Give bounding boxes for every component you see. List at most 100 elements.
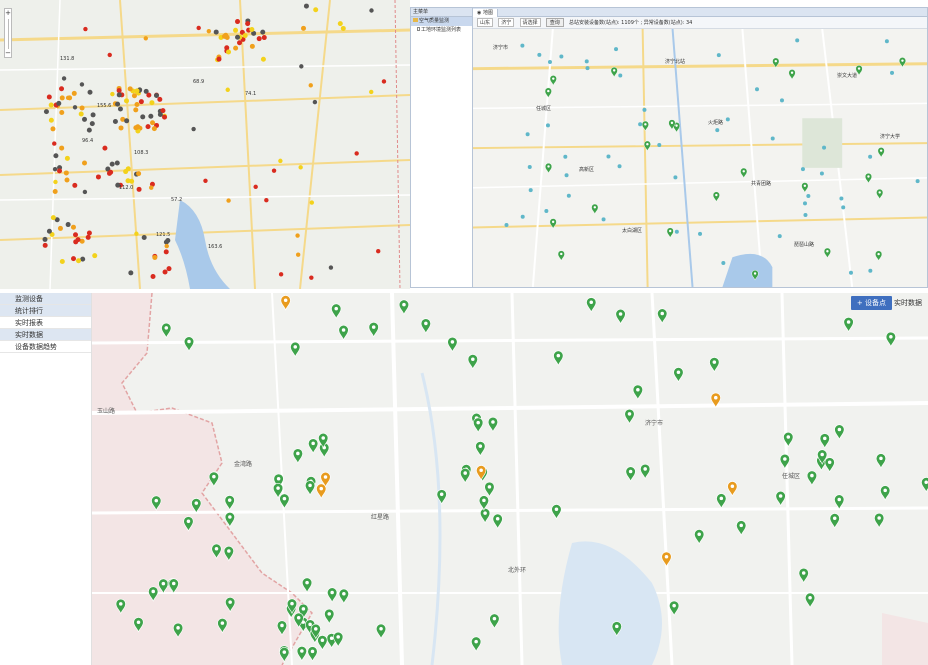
device-marker[interactable] <box>586 297 597 313</box>
station-dot[interactable] <box>145 124 151 130</box>
station-dot[interactable] <box>71 90 77 96</box>
station-dot[interactable] <box>82 189 88 195</box>
station-dot[interactable] <box>112 119 118 125</box>
station-dot[interactable] <box>226 49 232 55</box>
station-dot[interactable] <box>152 254 158 260</box>
station-dot[interactable] <box>150 120 156 126</box>
zoom-in-icon[interactable]: + <box>5 9 11 17</box>
device-marker[interactable] <box>834 424 845 441</box>
sidebar-item-report[interactable]: 实时报表 <box>0 317 91 329</box>
device-marker[interactable] <box>475 441 486 457</box>
station-dot[interactable] <box>52 141 57 146</box>
station-dot[interactable] <box>116 88 122 94</box>
station-dot[interactable] <box>71 256 77 262</box>
device-marker[interactable] <box>208 471 219 488</box>
station-dot[interactable] <box>166 266 172 272</box>
station-dot[interactable] <box>59 258 65 264</box>
device-marker[interactable] <box>224 495 235 511</box>
device-marker[interactable] <box>819 433 830 449</box>
station-dot[interactable] <box>57 225 63 231</box>
station-dot[interactable] <box>73 232 79 238</box>
device-marker[interactable] <box>487 416 499 433</box>
station-dot[interactable] <box>92 253 98 259</box>
device-marker[interactable] <box>772 57 780 69</box>
device-marker[interactable] <box>632 384 643 401</box>
station-dot[interactable] <box>59 145 65 151</box>
station-dot[interactable] <box>148 113 154 119</box>
sidebar-item-trend[interactable]: 设备数据趋势 <box>0 341 91 353</box>
station-dot[interactable] <box>134 101 140 107</box>
station-dot[interactable] <box>86 127 92 133</box>
device-marker[interactable] <box>669 600 680 617</box>
device-marker[interactable] <box>751 270 759 281</box>
device-marker[interactable] <box>657 308 668 324</box>
device-marker[interactable] <box>420 318 431 334</box>
station-dot[interactable] <box>226 198 231 203</box>
device-marker[interactable] <box>158 578 169 595</box>
station-dot[interactable] <box>90 112 96 118</box>
station-dot[interactable] <box>264 198 269 203</box>
device-marker[interactable] <box>823 247 831 259</box>
device-marker[interactable] <box>307 646 318 662</box>
device-marker[interactable] <box>829 513 840 529</box>
sidebar-item-ranking[interactable]: 统计排行 <box>0 305 91 317</box>
device-marker[interactable] <box>331 303 342 320</box>
device-marker[interactable] <box>191 498 202 514</box>
station-dot[interactable] <box>63 170 69 176</box>
station-dot[interactable] <box>59 86 65 92</box>
station-dot[interactable] <box>108 169 114 175</box>
station-dot[interactable] <box>79 105 85 111</box>
station-dot[interactable] <box>64 177 70 183</box>
top-right-map[interactable]: 济宁市 任城区 高新区 太白湖区 济宁北站 火炬路 共青团路 琵琶山路 崇文大道 济宁大学 <box>473 29 927 287</box>
station-dot[interactable] <box>110 91 115 97</box>
device-marker[interactable] <box>304 480 316 496</box>
query-button[interactable]: 查询 <box>545 18 564 27</box>
station-dot[interactable] <box>253 184 258 190</box>
station-dot[interactable] <box>42 242 48 248</box>
station-dot[interactable] <box>235 19 241 25</box>
station-dot[interactable] <box>85 234 91 240</box>
device-marker[interactable] <box>460 468 471 484</box>
station-dot[interactable] <box>136 171 142 177</box>
station-dot[interactable] <box>61 76 67 81</box>
station-dot[interactable] <box>233 45 239 51</box>
station-dot[interactable] <box>42 236 48 242</box>
station-dot[interactable] <box>312 99 318 105</box>
station-dot[interactable] <box>143 36 148 41</box>
device-marker[interactable] <box>806 470 818 487</box>
station-dot[interactable] <box>249 43 255 49</box>
device-marker[interactable] <box>375 623 387 640</box>
device-marker[interactable] <box>276 620 288 636</box>
station-dot[interactable] <box>53 153 59 159</box>
device-marker[interactable] <box>148 586 159 602</box>
device-marker[interactable] <box>398 299 410 316</box>
device-marker[interactable] <box>467 354 478 370</box>
station-dot[interactable] <box>75 237 81 243</box>
device-marker[interactable] <box>880 485 891 501</box>
station-dot[interactable] <box>64 155 70 161</box>
device-marker[interactable] <box>611 621 622 637</box>
station-dot[interactable] <box>225 87 230 92</box>
station-dot[interactable] <box>127 86 133 92</box>
station-dot[interactable] <box>165 238 171 244</box>
device-marker[interactable] <box>471 636 482 653</box>
station-dot[interactable] <box>133 107 139 113</box>
tree-item-site[interactable]: 工地环境监测列表 <box>411 26 472 35</box>
sidebar-item-realtime[interactable]: 实时数据 <box>0 329 91 341</box>
station-dot[interactable] <box>95 174 101 180</box>
device-marker[interactable] <box>279 493 290 510</box>
station-dot[interactable] <box>260 56 266 62</box>
device-marker[interactable] <box>709 357 720 373</box>
station-dot[interactable] <box>149 185 154 190</box>
device-marker[interactable] <box>716 493 727 509</box>
station-dot[interactable] <box>70 224 76 230</box>
station-dot[interactable] <box>354 151 359 156</box>
device-marker[interactable] <box>316 483 327 500</box>
top-left-map[interactable]: 131.8 155.6 108.3 57.2 163.6 74.1 96.4 112.0 121… <box>0 0 410 289</box>
station-dot[interactable] <box>87 89 93 95</box>
station-dot[interactable] <box>340 25 346 31</box>
province-select[interactable]: 山东 <box>477 18 494 27</box>
device-marker[interactable] <box>874 512 885 529</box>
zoom-slider[interactable] <box>8 19 9 49</box>
station-dot[interactable] <box>381 79 387 84</box>
